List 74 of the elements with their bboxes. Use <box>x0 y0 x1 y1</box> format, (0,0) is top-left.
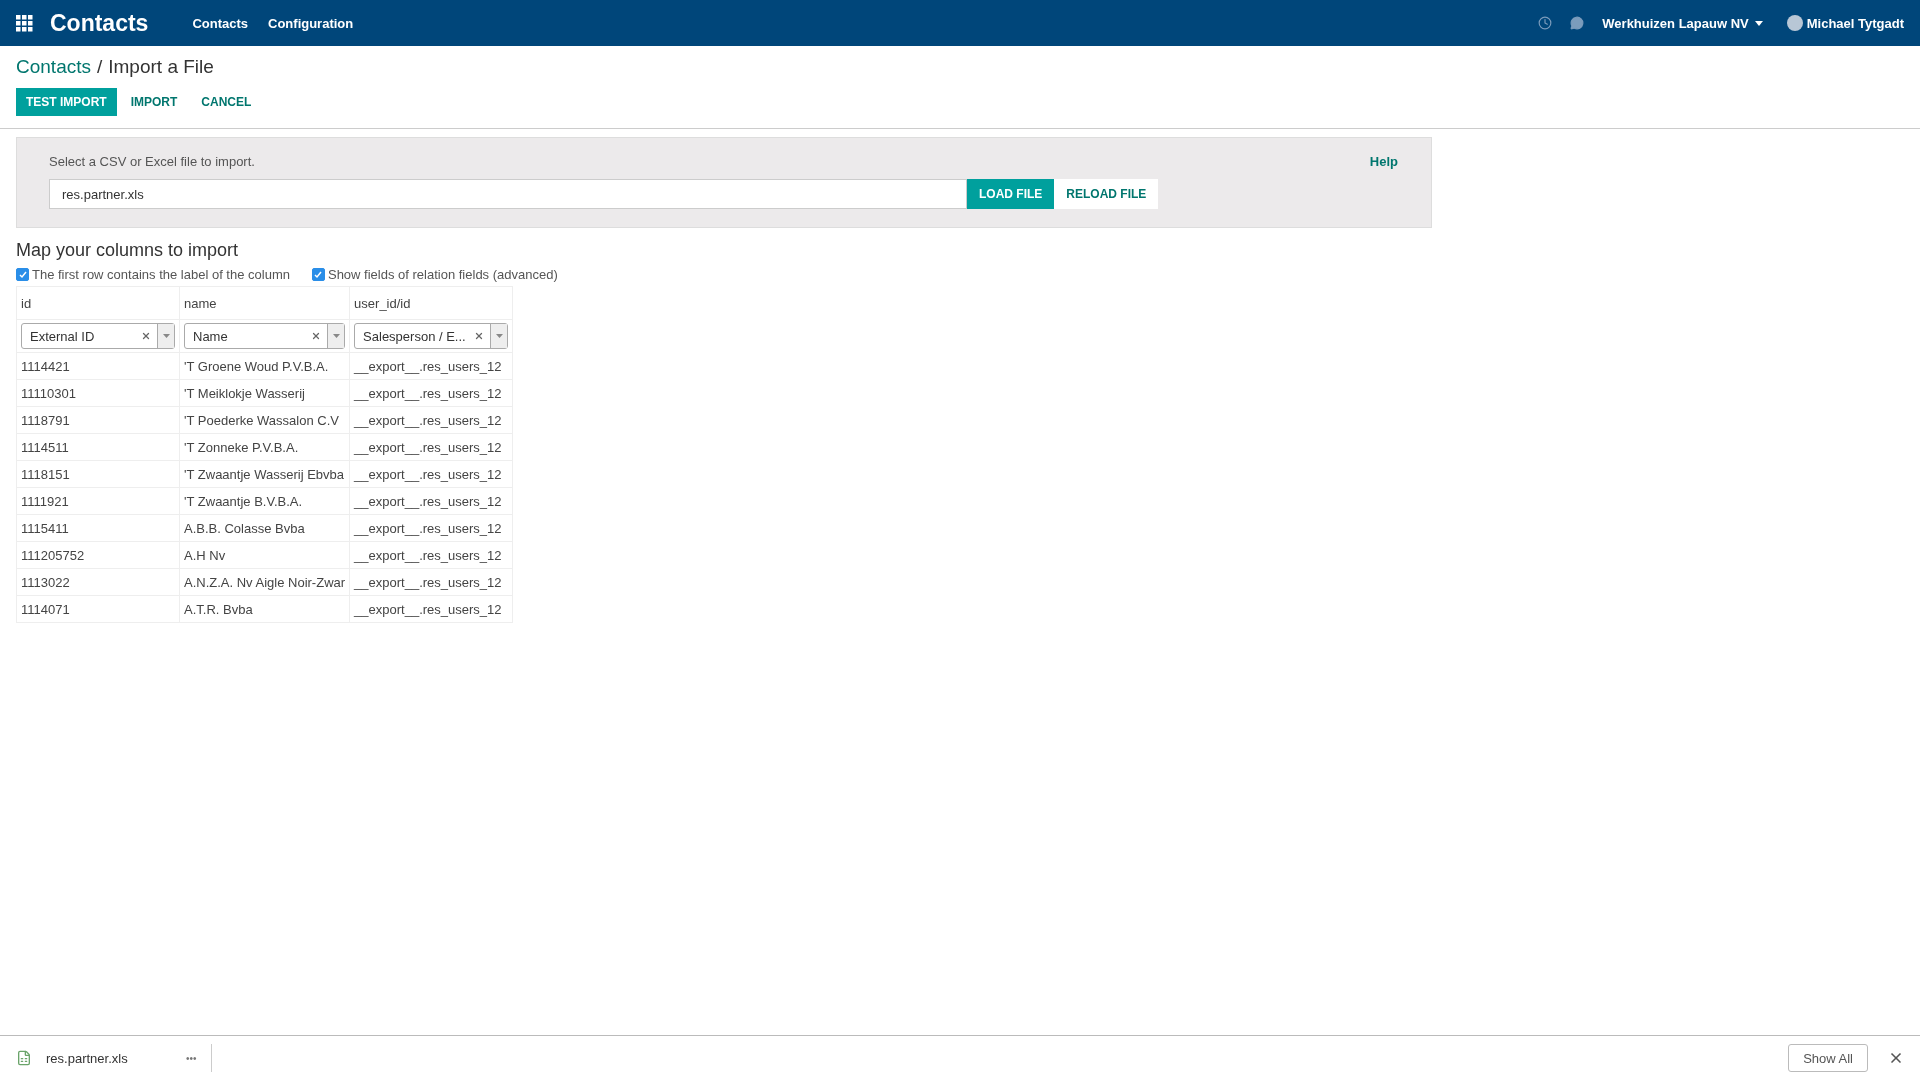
table-cell: __export__.res_users_12 <box>349 460 513 488</box>
table-cell: 'T Zwaantje Wasserij Ebvba <box>179 460 350 488</box>
table-cell: 1118151 <box>16 460 180 488</box>
user-menu[interactable]: Michael Tytgadt <box>1806 15 1904 31</box>
table-cell: A.B.B. Colasse Bvba <box>179 514 350 542</box>
section-title: Map your columns to import <box>16 240 240 261</box>
table-cell: A.H Nv <box>179 541 350 569</box>
table-cell: A.T.R. Bvba <box>179 595 350 623</box>
table-cell: 11110301 <box>16 379 180 407</box>
column-header: user_id/id <box>349 286 513 320</box>
show-all-button[interactable]: Show All <box>1788 1044 1868 1072</box>
apps-menu-icon[interactable] <box>16 14 34 32</box>
table-cell: __export__.res_users_12 <box>349 568 513 596</box>
close-icon[interactable] <box>1888 1050 1904 1066</box>
table-cell: 1114071 <box>16 595 180 623</box>
table-cell: 'T Zonneke P.V.B.A. <box>179 433 350 461</box>
caret-icon <box>162 334 170 338</box>
more-button[interactable]: ••• <box>186 1052 197 1064</box>
chat-icon[interactable] <box>1570 16 1585 30</box>
table-cell: __export__.res_users_12 <box>349 595 513 623</box>
clear-icon[interactable] <box>311 331 322 341</box>
dropdown-toggle[interactable] <box>490 324 508 348</box>
company-switcher[interactable]: Werkhuizen Lapauw NV <box>1602 15 1763 31</box>
table-cell: __export__.res_users_12 <box>349 379 513 407</box>
clear-icon[interactable] <box>141 331 151 341</box>
table-cell: 111205752 <box>16 541 180 569</box>
table-cell: __export__.res_users_12 <box>349 487 513 515</box>
table-cell: A.N.Z.A. Nv Aigle Noir-Zwar <box>179 568 350 596</box>
download-file-name[interactable]: res.partner.xls <box>46 1050 186 1066</box>
spreadsheet-file-icon <box>16 1050 32 1066</box>
table-cell: 'T Meiklokje Wasserij <box>179 379 350 407</box>
table-cell: 1111921 <box>16 487 180 515</box>
file-prompt: Select a CSV or Excel file to import. <box>49 154 255 169</box>
table-cell: __export__.res_users_12 <box>349 514 513 542</box>
table-cell: 1114421 <box>16 352 180 380</box>
breadcrumb-link[interactable]: Contacts <box>16 56 91 78</box>
table-cell: 'T Zwaantje B.V.B.A. <box>179 487 350 515</box>
field-select[interactable]: Salesperson / E... <box>354 323 509 349</box>
caret-icon <box>332 334 340 338</box>
nav-menu-item[interactable]: Configuration <box>268 15 354 31</box>
table-cell: 'T Groene Woud P.V.B.A. <box>179 352 350 380</box>
dropdown-toggle[interactable] <box>157 324 174 348</box>
field-select[interactable]: Name <box>184 323 346 349</box>
app-title: Contacts <box>50 9 149 37</box>
checkbox[interactable] <box>311 268 325 281</box>
file-field[interactable]: res.partner.xls <box>49 179 967 209</box>
checkbox[interactable] <box>16 268 29 281</box>
dropdown-toggle[interactable] <box>327 324 345 348</box>
checkbox-label: The first row contains the label of the column <box>32 267 290 282</box>
caret-icon <box>1754 20 1763 26</box>
table-cell: 1114511 <box>16 433 180 461</box>
table-cell: __export__.res_users_12 <box>349 541 513 569</box>
table-cell: __export__.res_users_12 <box>349 433 513 461</box>
help-link[interactable]: Help <box>1369 154 1398 169</box>
page-title: Import a File <box>108 56 214 78</box>
table-cell: __export__.res_users_12 <box>349 352 513 380</box>
column-header: id <box>16 286 180 320</box>
clock-icon[interactable] <box>1538 16 1553 30</box>
table-cell: 1113022 <box>16 568 180 596</box>
action-link[interactable]: CANCEL <box>191 88 262 116</box>
nav-menu-item[interactable]: Contacts <box>192 15 249 31</box>
breadcrumb-separator: / <box>97 56 103 78</box>
checkbox-label: Show fields of relation fields (advanced) <box>327 267 558 282</box>
action-link[interactable]: IMPORT <box>120 88 188 116</box>
table-cell: 1118791 <box>16 406 180 434</box>
caret-icon <box>495 334 503 338</box>
table-cell: 1115411 <box>16 514 180 542</box>
column-header: name <box>179 286 350 320</box>
reload-file-button[interactable]: RELOAD FILE <box>1054 179 1159 209</box>
table-cell: __export__.res_users_12 <box>349 406 513 434</box>
field-select[interactable]: External ID <box>21 323 175 349</box>
avatar-icon <box>1786 15 1803 31</box>
clear-icon[interactable] <box>474 331 485 341</box>
table-cell: 'T Poederke Wassalon C.V <box>179 406 350 434</box>
